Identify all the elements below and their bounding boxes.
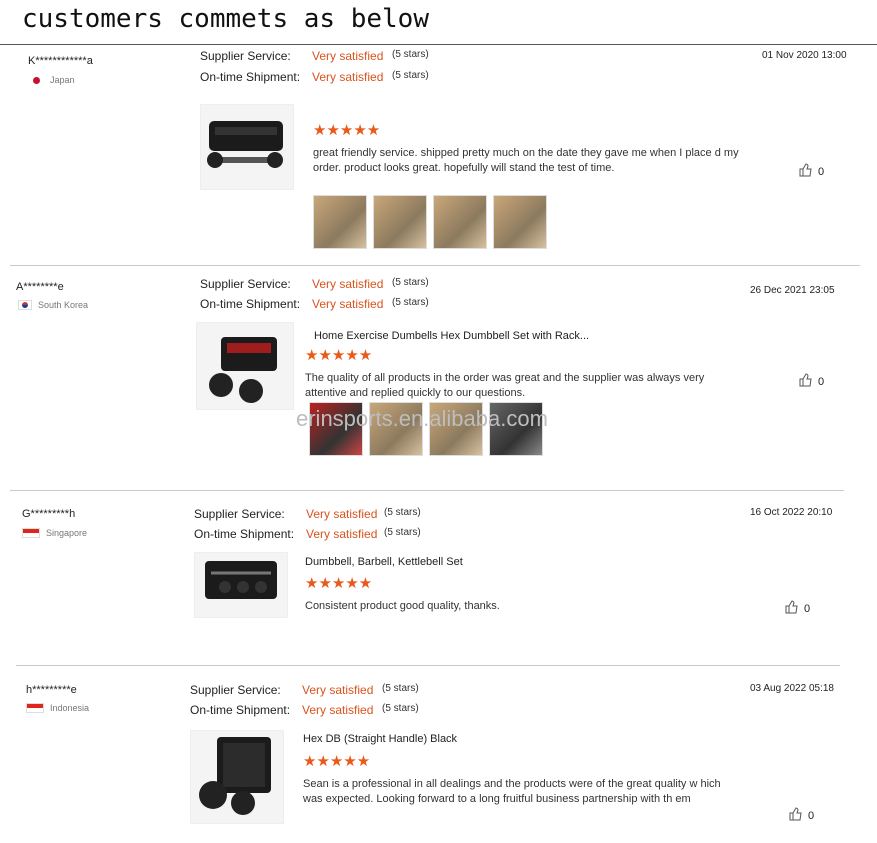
buyer-country: Japan xyxy=(30,75,75,85)
supplier-service-value: Very satisfied xyxy=(302,683,374,697)
supplier-service-value: Very satisfied xyxy=(312,277,384,291)
shipment-value: Very satisfied xyxy=(302,703,374,717)
review-divider xyxy=(10,490,844,491)
supplier-service-stars: (5 stars) xyxy=(382,683,419,694)
shipment-label: On-time Shipment: xyxy=(200,297,301,311)
south-korea-flag-icon xyxy=(18,300,32,310)
product-image[interactable] xyxy=(194,552,288,618)
thumbs-up-icon xyxy=(798,163,812,180)
barbell-case-icon xyxy=(205,561,277,599)
shipment-value: Very satisfied xyxy=(312,297,384,311)
dumbbell-set-icon xyxy=(209,337,277,403)
thumbs-up-icon xyxy=(788,807,802,824)
review-date: 26 Dec 2021 23:05 xyxy=(750,285,835,296)
product-image[interactable] xyxy=(190,730,284,824)
review-date: 03 Aug 2022 05:18 xyxy=(750,683,834,694)
review-comment: Consistent product good quality, thanks. xyxy=(305,600,500,612)
shipment-rating: On-time Shipment: Very satisfied (5 star… xyxy=(200,70,429,84)
supplier-service-label: Supplier Service: xyxy=(200,49,291,63)
product-title[interactable]: Dumbbell, Barbell, Kettlebell Set xyxy=(305,556,463,568)
shipment-stars: (5 stars) xyxy=(382,703,419,714)
shipment-rating: On-time Shipment: Very satisfied (5 star… xyxy=(200,297,429,311)
like-count: 0 xyxy=(804,602,811,615)
review-photo[interactable] xyxy=(313,195,367,249)
supplier-service-rating: Supplier Service: Very satisfied (5 star… xyxy=(190,683,419,697)
watermark: erinsports.en.alibaba.com xyxy=(296,406,548,431)
supplier-service-rating: Supplier Service: Very satisfied (5 star… xyxy=(200,49,429,63)
review-comment: The quality of all products in the order… xyxy=(305,372,705,399)
review-stars: ★★★★★ xyxy=(305,575,373,592)
supplier-service-stars: (5 stars) xyxy=(392,277,429,288)
like-button[interactable]: 0 xyxy=(788,807,814,824)
buyer-country: Indonesia xyxy=(26,703,89,713)
like-button[interactable]: 0 xyxy=(798,373,824,390)
country-label: Indonesia xyxy=(50,703,90,713)
review-photo[interactable] xyxy=(493,195,547,249)
review-comment: great friendly service. shipped pretty m… xyxy=(313,147,739,174)
supplier-service-rating: Supplier Service: Very satisfied (5 star… xyxy=(200,277,429,291)
review-photo[interactable] xyxy=(433,195,487,249)
page-title: customers commets as below xyxy=(22,4,429,34)
thumbs-up-icon xyxy=(784,600,798,617)
review-comment: Sean is a professional in all dealings a… xyxy=(303,778,721,805)
shipment-label: On-time Shipment: xyxy=(200,70,301,84)
supplier-service-label: Supplier Service: xyxy=(190,683,281,697)
shipment-value: Very satisfied xyxy=(306,527,378,541)
shipment-label: On-time Shipment: xyxy=(190,703,291,717)
shipment-stars: (5 stars) xyxy=(384,527,421,538)
thumbs-up-icon xyxy=(798,373,812,390)
shipment-label: On-time Shipment: xyxy=(194,527,295,541)
shipment-stars: (5 stars) xyxy=(392,297,429,308)
review-divider xyxy=(10,265,860,266)
review-date: 16 Oct 2022 20:10 xyxy=(750,507,833,518)
supplier-service-value: Very satisfied xyxy=(306,507,378,521)
country-label: South Korea xyxy=(38,300,89,310)
like-button[interactable]: 0 xyxy=(784,600,810,617)
review-stars: ★★★★★ xyxy=(305,347,373,364)
buyer-name: h*********e xyxy=(26,684,77,696)
supplier-service-label: Supplier Service: xyxy=(194,507,285,521)
buyer-name: G*********h xyxy=(22,508,76,520)
country-label: Singapore xyxy=(46,528,88,538)
supplier-service-rating: Supplier Service: Very satisfied (5 star… xyxy=(194,507,421,521)
shipment-rating: On-time Shipment: Very satisfied (5 star… xyxy=(194,527,421,541)
review-photos xyxy=(313,195,547,249)
supplier-service-label: Supplier Service: xyxy=(200,277,291,291)
japan-flag-icon xyxy=(30,76,44,85)
product-image[interactable] xyxy=(200,104,294,190)
like-count: 0 xyxy=(818,375,825,388)
review-date: 01 Nov 2020 13:00 xyxy=(762,50,847,61)
shipment-stars: (5 stars) xyxy=(392,70,429,81)
country-label: Japan xyxy=(50,75,75,85)
review-photo[interactable] xyxy=(373,195,427,249)
product-title[interactable]: Home Exercise Dumbells Hex Dumbbell Set … xyxy=(314,330,589,342)
buyer-name: K************a xyxy=(28,55,93,67)
review-divider xyxy=(16,665,840,666)
review-stars: ★★★★★ xyxy=(303,753,371,770)
product-image[interactable] xyxy=(196,322,294,410)
buyer-country: Singapore xyxy=(22,528,87,538)
buyer-country: South Korea xyxy=(18,300,88,310)
singapore-flag-icon xyxy=(22,528,40,538)
shipment-rating: On-time Shipment: Very satisfied (5 star… xyxy=(190,703,419,717)
buyer-name: A********e xyxy=(16,281,64,293)
like-button[interactable]: 0 xyxy=(798,163,824,180)
title-divider xyxy=(0,44,877,45)
dumbbell-case-open-icon xyxy=(199,737,271,815)
supplier-service-stars: (5 stars) xyxy=(384,507,421,518)
supplier-service-value: Very satisfied xyxy=(312,49,384,63)
dumbbell-case-icon xyxy=(207,121,283,168)
indonesia-flag-icon xyxy=(26,703,44,713)
like-count: 0 xyxy=(818,165,825,178)
shipment-value: Very satisfied xyxy=(312,70,384,84)
supplier-service-stars: (5 stars) xyxy=(392,49,429,60)
product-title[interactable]: Hex DB (Straight Handle) Black xyxy=(303,733,457,745)
like-count: 0 xyxy=(808,809,815,822)
review-stars: ★★★★★ xyxy=(313,122,381,139)
